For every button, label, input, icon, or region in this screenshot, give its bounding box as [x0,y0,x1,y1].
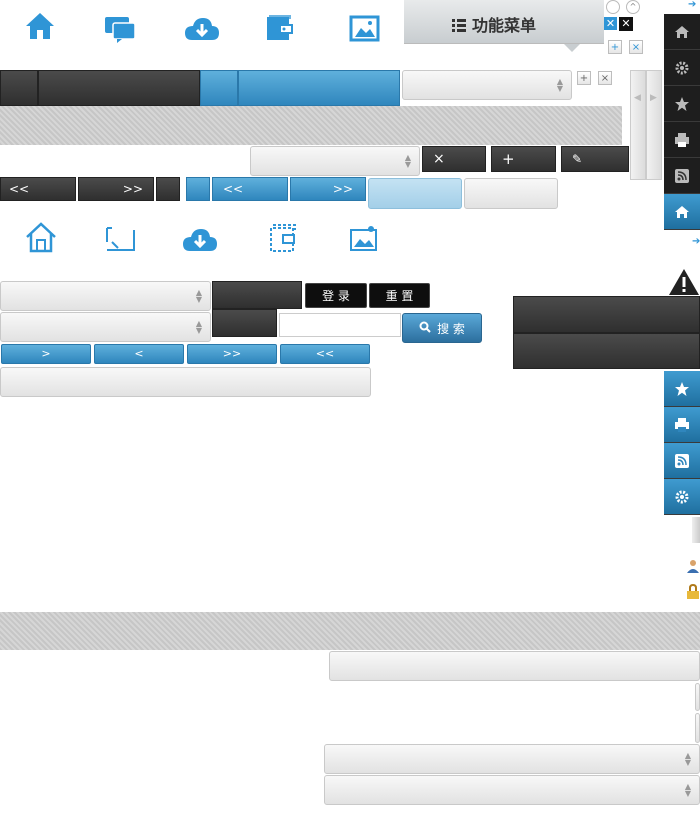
select-box-1[interactable]: ▲ ▼ [402,70,572,100]
first-button[interactable]: << [280,344,370,364]
select-field-2[interactable]: ▲ ▼ [0,312,211,342]
side-panel-b[interactable]: ▶ [646,70,662,180]
search-icon [419,321,431,336]
first-page-blue[interactable]: << [212,177,288,201]
edit-dark-button[interactable]: ✎ [561,146,629,172]
bottom-select-2[interactable]: ▲ ▼ [324,775,700,805]
prev-button[interactable]: < [94,344,184,364]
bottom-select-1[interactable]: ▲ ▼ [324,744,700,774]
print-tile-blue[interactable] [664,407,700,443]
add-button-small[interactable]: + [577,71,591,85]
side-tab[interactable] [692,517,700,543]
chat-icon[interactable] [103,14,137,44]
dark-square[interactable] [156,177,180,201]
cloud-download-alt-icon[interactable] [182,226,218,254]
add-dark-button[interactable]: + [491,146,556,172]
blue-square[interactable] [186,177,210,201]
blue-segment-1[interactable] [200,70,238,106]
chevron-up-icon[interactable]: ^ [626,0,640,14]
side-toolbar [664,14,700,230]
wallet-icon[interactable] [264,12,296,44]
side-panel-a[interactable]: ◀ [630,70,646,180]
settings-tile-blue[interactable] [664,479,700,515]
striped-bar-2 [0,612,700,650]
last-page-blue[interactable]: >> [290,177,366,201]
lock-icon[interactable] [686,583,700,600]
light-gray-button[interactable] [464,178,558,209]
close-icon-black[interactable]: ✕ [619,17,633,31]
dark-segment-2[interactable] [38,70,200,106]
reset-button[interactable]: 重 置 [369,283,430,308]
warning-icon [668,268,700,296]
dark-panel-1[interactable] [513,296,700,333]
menu-header: 功能菜单 [404,0,604,52]
bottom-field-1[interactable] [329,651,700,681]
circle-button[interactable] [606,0,620,14]
menu-title-text: 功能菜单 [472,16,537,35]
rss-tile[interactable] [664,158,700,194]
arrow-small-icon[interactable]: ➔ [692,236,700,247]
dark-segment-1[interactable] [0,70,38,106]
dark-block-1[interactable] [212,281,302,309]
side-toolbar-2 [664,371,700,515]
home-tile[interactable] [664,14,700,50]
chevron-right-icon[interactable]: ▶ [650,93,657,103]
list-icon [452,17,466,32]
menu-title: 功能菜单 [452,12,536,36]
add-icon[interactable]: + [608,40,622,54]
settings-tile[interactable] [664,50,700,86]
close-button-small[interactable]: × [598,71,612,85]
close-icon[interactable]: × [629,40,643,54]
chevron-left-icon[interactable]: ◀ [634,93,641,103]
select-field-1[interactable]: ▲ ▼ [0,281,211,311]
last-button[interactable]: >> [187,344,277,364]
print-tile[interactable] [664,122,700,158]
home-icon[interactable] [24,10,56,42]
favorite-tile-blue[interactable] [664,371,700,407]
close-dark-button[interactable]: × [422,146,486,172]
search-input[interactable] [279,313,401,337]
arrow-right-icon[interactable]: ➔ [688,0,700,10]
next-button[interactable]: > [1,344,91,364]
menu-arrow [564,44,580,52]
favorite-tile[interactable] [664,86,700,122]
light-blue-button[interactable] [368,178,462,209]
cloud-download-icon[interactable] [184,14,220,44]
bottom-edge-1[interactable] [695,683,700,711]
dark-panel-2[interactable] [513,333,700,369]
user-icon[interactable] [686,558,700,573]
search-button[interactable]: 搜 索 [402,313,482,343]
first-page-dark[interactable]: << [0,177,76,201]
chat-outline-icon[interactable] [104,224,138,254]
close-icon-blue[interactable]: ✕ [604,17,617,30]
image-outline-icon[interactable] [349,225,379,253]
select-box-2[interactable]: ▲ ▼ [250,146,420,176]
login-button[interactable]: 登 录 [305,283,367,308]
dark-block-2[interactable] [212,309,277,337]
last-page-dark[interactable]: >> [78,177,154,201]
bottom-edge-2[interactable] [695,713,700,743]
rss-tile-blue[interactable] [664,443,700,479]
home-outline-icon[interactable] [24,220,58,254]
wallet-outline-icon[interactable] [267,222,299,254]
wide-field[interactable] [0,367,371,397]
home-tile-active[interactable] [664,194,700,230]
blue-segment-2[interactable] [238,70,400,106]
image-icon[interactable] [349,14,381,44]
striped-bar-1 [0,106,622,145]
